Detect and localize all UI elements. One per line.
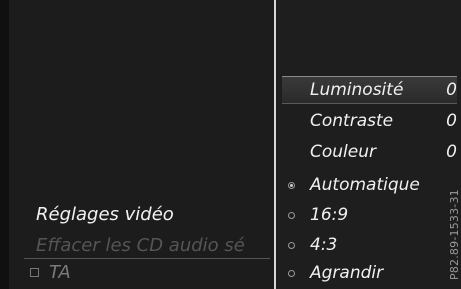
aspect-4-3-label: 4:3 — [310, 235, 338, 255]
brightness-value: 0 — [446, 80, 457, 100]
color-value: 0 — [446, 142, 457, 162]
aspect-auto-option[interactable]: Automatique — [282, 171, 457, 199]
zoom-option[interactable]: Agrandir — [282, 259, 457, 287]
aspect-4-3-option[interactable]: 4:3 — [282, 231, 457, 259]
clear-audio-cd-item: Effacer les CD audio sé — [36, 235, 245, 256]
left-panel-separator — [24, 258, 270, 259]
left-edge-strip — [0, 0, 9, 289]
radio-unselected-icon[interactable] — [288, 269, 295, 277]
ta-checkbox[interactable] — [30, 268, 39, 277]
contrast-item[interactable]: Contraste 0 — [282, 107, 457, 135]
ta-label: TA — [49, 262, 71, 283]
color-item[interactable]: Couleur 0 — [282, 138, 457, 166]
color-label: Couleur — [310, 142, 376, 162]
aspect-auto-label: Automatique — [310, 175, 420, 195]
contrast-value: 0 — [446, 111, 457, 131]
aspect-16-9-label: 16:9 — [310, 205, 349, 225]
radio-selected-icon[interactable] — [288, 181, 295, 189]
display-screen: Réglages vidéo Effacer les CD audio sé T… — [0, 0, 461, 289]
brightness-item[interactable]: Luminosité 0 — [282, 76, 457, 104]
figure-code: P82.89-1533-31 — [448, 189, 461, 280]
ta-toggle[interactable]: TA — [30, 262, 71, 283]
aspect-16-9-option[interactable]: 16:9 — [282, 201, 457, 229]
zoom-label: Agrandir — [310, 263, 384, 283]
video-settings-item[interactable]: Réglages vidéo — [36, 204, 174, 225]
radio-unselected-icon[interactable] — [288, 211, 295, 219]
brightness-label: Luminosité — [310, 80, 404, 100]
contrast-label: Contraste — [310, 111, 394, 131]
radio-unselected-icon[interactable] — [288, 241, 295, 249]
